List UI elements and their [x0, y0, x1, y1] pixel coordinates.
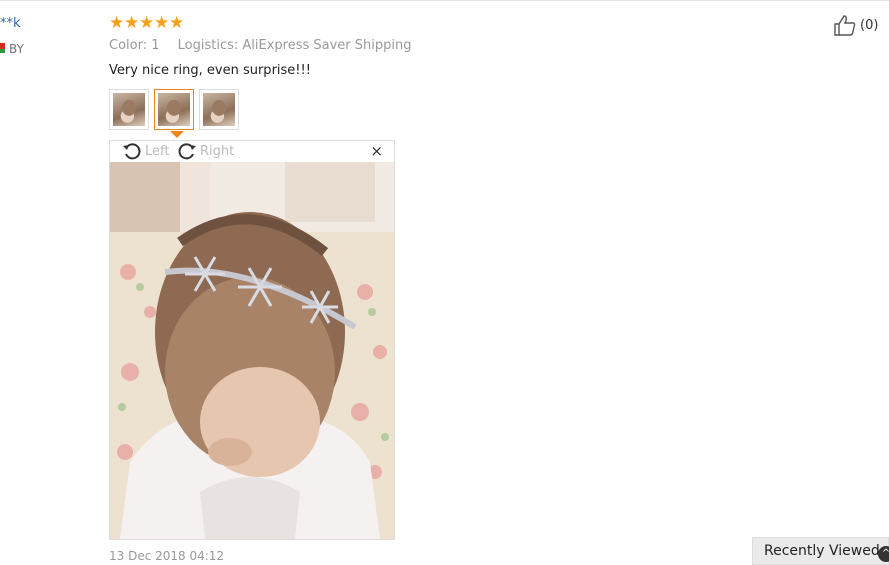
star-icon: ★: [139, 13, 155, 33]
photo-thumbnail-selected[interactable]: [154, 89, 194, 130]
star-icon: ★: [124, 13, 140, 33]
review-text: Very nice ring, even surprise!!!: [109, 63, 311, 78]
top-divider: [0, 0, 889, 1]
photo-thumbnails: [109, 89, 239, 130]
star-icon: ★: [154, 13, 170, 33]
reviewer-name[interactable]: **k: [0, 16, 21, 31]
rotate-right-button[interactable]: Right: [176, 141, 234, 161]
helpful-count: (0): [860, 17, 879, 33]
selected-caret-icon: [170, 131, 184, 138]
viewer-toolbar: Left Right ×: [110, 141, 394, 163]
review-photo-image: [110, 162, 394, 539]
helpful-button[interactable]: (0): [833, 14, 878, 36]
thumbs-up-icon: [834, 15, 856, 36]
review-date: 13 Dec 2018 04:12: [109, 549, 225, 563]
reviewer-country: BY: [9, 42, 24, 56]
star-rating: ★ ★ ★ ★ ★: [109, 13, 184, 33]
rotate-left-button[interactable]: Left: [121, 141, 169, 161]
rotate-left-label: Left: [145, 143, 170, 159]
review-meta: Color: 1 Logistics: AliExpress Saver Shi…: [109, 38, 412, 53]
star-icon: ★: [169, 13, 185, 33]
review-photo: [110, 162, 394, 539]
color-option: Color: 1: [109, 38, 160, 53]
logistics-info: Logistics: AliExpress Saver Shipping: [177, 38, 412, 53]
recently-viewed-label: Recently Viewed: [764, 543, 880, 559]
close-viewer-button[interactable]: ×: [370, 144, 383, 159]
photo-thumbnail[interactable]: [109, 89, 149, 130]
chevron-up-icon: ^: [878, 546, 889, 562]
rotate-right-icon: [178, 143, 196, 160]
photo-thumbnail[interactable]: [199, 89, 239, 130]
recently-viewed-tab[interactable]: Recently Viewed ^: [752, 537, 889, 565]
photo-viewer: Left Right ×: [109, 140, 395, 540]
rotate-left-icon: [123, 143, 141, 160]
country-flag-icon: [0, 43, 5, 53]
star-icon: ★: [109, 13, 125, 33]
rotate-right-label: Right: [200, 143, 235, 159]
